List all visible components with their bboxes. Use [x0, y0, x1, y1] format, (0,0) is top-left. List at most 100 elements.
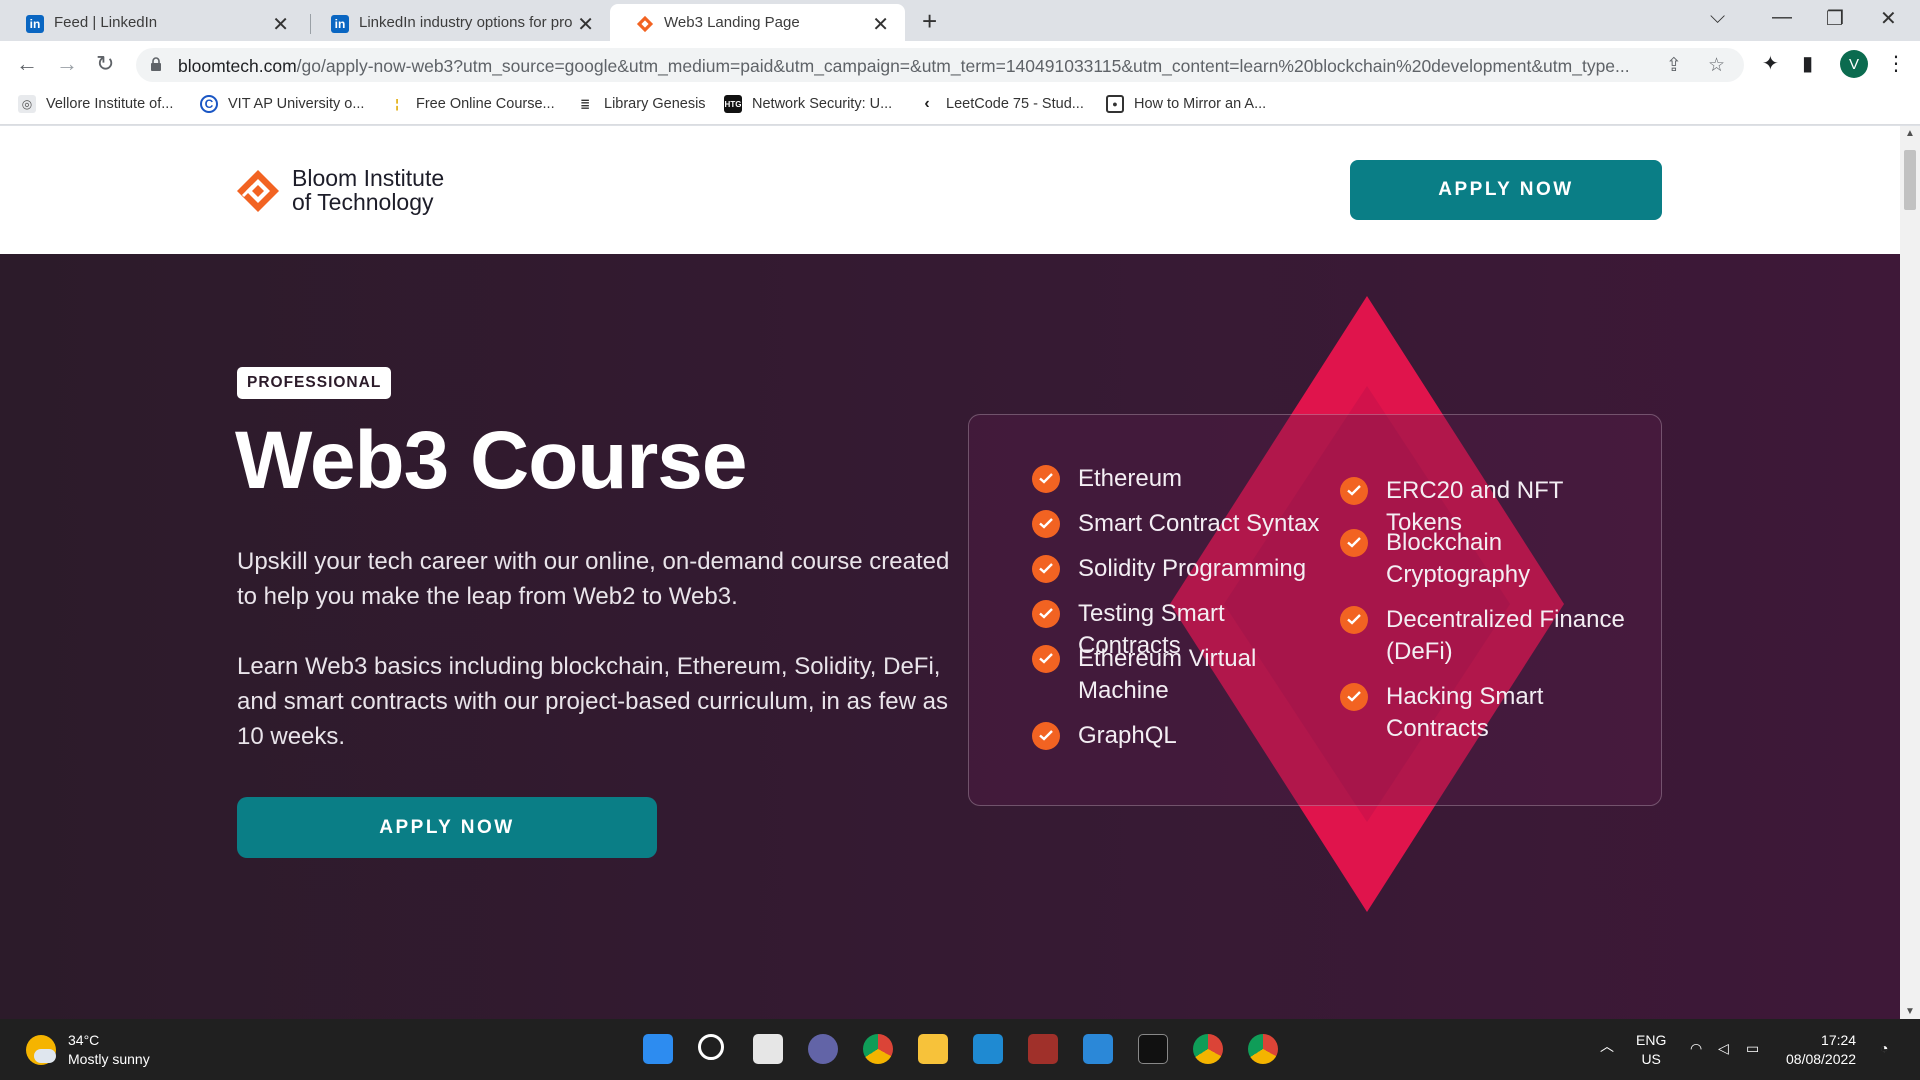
tab-strip: in Feed | LinkedIn ✕ in LinkedIn industr…	[0, 0, 1920, 41]
bookmark-label: Vellore Institute of...	[46, 96, 174, 112]
url-text[interactable]: bloomtech.com/go/apply-now-web3?utm_sour…	[178, 56, 1688, 77]
address-bar[interactable]: bloomtech.com/go/apply-now-web3?utm_sour…	[136, 48, 1744, 82]
check-icon	[1340, 606, 1368, 634]
windows-start-icon[interactable]	[643, 1034, 673, 1064]
share-icon[interactable]: ⇪	[1666, 54, 1682, 77]
url-domain: bloomtech.com	[178, 56, 297, 76]
new-tab-button[interactable]: +	[922, 6, 937, 37]
check-icon	[1340, 683, 1368, 711]
winrar-icon[interactable]	[1028, 1034, 1058, 1064]
wifi-icon[interactable]: ◠	[1690, 1039, 1702, 1058]
close-icon[interactable]: ✕	[272, 12, 289, 37]
language-indicator[interactable]: ENG US	[1636, 1031, 1666, 1069]
topic-label: GraphQL	[1078, 722, 1177, 749]
topic-item: Blockchain Cryptography	[1340, 527, 1640, 591]
page-title: Web3 Course	[235, 415, 748, 506]
bookmark-item[interactable]: HTG Network Security: U...	[724, 95, 892, 113]
bookmark-item[interactable]: ‹ LeetCode 75 - Stud...	[918, 95, 1084, 113]
bookmark-item[interactable]: ¦ Free Online Course...	[388, 95, 554, 113]
extensions-icon[interactable]: ✦	[1762, 51, 1779, 76]
weather-condition: Mostly sunny	[68, 1051, 150, 1067]
terminal-icon[interactable]	[1138, 1034, 1168, 1064]
topic-item: Ethereum	[1032, 463, 1332, 495]
check-icon	[1032, 722, 1060, 750]
weather-widget[interactable]: 34°C Mostly sunny	[26, 1031, 150, 1069]
scroll-down-arrow[interactable]: ▼	[1905, 1006, 1915, 1017]
check-icon	[1340, 477, 1368, 505]
tab-linkedin-industry[interactable]: in LinkedIn industry options for pro ✕	[305, 4, 610, 41]
check-icon	[1032, 600, 1060, 628]
close-icon[interactable]: ✕	[872, 12, 889, 37]
logo-text[interactable]: Bloom Institute of Technology	[292, 166, 444, 214]
hero-description-2: Learn Web3 basics including blockchain, …	[237, 653, 948, 750]
tab-web3-landing[interactable]: Web3 Landing Page ✕	[610, 4, 905, 41]
clock-time: 17:24	[1821, 1032, 1857, 1048]
bookmark-item[interactable]: ◎ Vellore Institute of...	[18, 95, 173, 113]
bookmark-label: VIT AP University o...	[228, 96, 365, 112]
topic-item: GraphQL	[1032, 720, 1332, 752]
chevron-up-icon[interactable]: ︿	[1600, 1037, 1614, 1056]
check-icon	[1032, 555, 1060, 583]
language-code: ENG	[1636, 1032, 1667, 1048]
hero-description-1: Upskill your tech career with our online…	[237, 548, 950, 610]
topic-item: Decentralized Finance (DeFi)	[1340, 604, 1640, 668]
clock[interactable]: 17:24 08/08/2022	[1786, 1031, 1856, 1069]
chrome-profile-icon[interactable]	[1193, 1034, 1223, 1064]
bookmark-star-icon[interactable]: ☆	[1708, 54, 1725, 77]
chrome-profile-active-icon[interactable]	[1248, 1034, 1278, 1064]
topic-label: Smart Contract Syntax	[1078, 510, 1320, 537]
mirror-icon: ●	[1106, 95, 1124, 113]
bookmark-label: Network Security: U...	[752, 96, 893, 112]
mail-icon[interactable]	[1083, 1034, 1113, 1064]
notification-icon[interactable]: ◔	[1880, 1039, 1888, 1058]
bloom-logo-icon[interactable]	[235, 168, 281, 214]
topic-item: Hacking Smart Contracts	[1340, 681, 1640, 745]
topic-item: Smart Contract Syntax	[1032, 508, 1332, 540]
topic-item: Solidity Programming	[1032, 553, 1332, 585]
bookmark-item[interactable]: ● How to Mirror an A...	[1106, 95, 1266, 113]
forward-button[interactable]: →	[56, 51, 78, 77]
leetcode-icon: ‹	[924, 95, 930, 112]
professional-badge: PROFESSIONAL	[237, 367, 392, 399]
volume-icon[interactable]: ◁	[1718, 1039, 1729, 1058]
close-icon[interactable]: ✕	[577, 12, 594, 37]
vscode-icon[interactable]	[973, 1034, 1003, 1064]
teams-chat-icon[interactable]	[808, 1034, 838, 1064]
topics-card: Ethereum Smart Contract Syntax Solidity Pr…	[968, 414, 1662, 806]
chrome-icon[interactable]	[863, 1034, 893, 1064]
bookmarks-bar: ◎ Vellore Institute of... C VIT AP Unive…	[0, 89, 1920, 125]
hero-apply-now-button[interactable]: APPLY NOW	[237, 797, 657, 858]
partly-sunny-icon	[26, 1035, 56, 1065]
linkedin-icon: in	[26, 15, 44, 33]
bookmark-item[interactable]: C VIT AP University o...	[200, 95, 364, 113]
topic-item: Ethereum Virtual Machine	[1032, 643, 1332, 707]
header-apply-now-button[interactable]: APPLY NOW	[1350, 160, 1662, 220]
back-button[interactable]: ←	[16, 51, 38, 77]
minimize-button[interactable]: —	[1772, 6, 1792, 29]
scroll-thumb[interactable]	[1904, 150, 1916, 210]
vit-icon: ◎	[18, 95, 36, 113]
close-window-button[interactable]: ✕	[1880, 6, 1897, 31]
search-icon[interactable]	[698, 1034, 724, 1060]
logo-line-1: Bloom Institute	[292, 165, 445, 191]
side-panel-icon[interactable]: ▮	[1802, 51, 1813, 76]
tab-search-icon[interactable]: ⌵	[1710, 6, 1725, 29]
file-explorer-icon[interactable]	[918, 1034, 948, 1064]
reload-button[interactable]: ↻	[96, 51, 114, 77]
task-view-icon[interactable]	[753, 1034, 783, 1064]
check-icon	[1032, 465, 1060, 493]
bloom-icon	[636, 15, 654, 33]
topic-label: Solidity Programming	[1078, 555, 1307, 582]
course-icon: ¦	[395, 97, 399, 111]
restore-button[interactable]: ❐	[1826, 6, 1844, 31]
bookmark-item[interactable]: ≣ Library Genesis	[576, 95, 706, 113]
topic-label: Hacking Smart Contracts	[1386, 683, 1544, 742]
page-scrollbar[interactable]: ▲ ▼	[1900, 126, 1920, 1019]
battery-icon[interactable]: ▭	[1746, 1039, 1759, 1058]
tab-label: LinkedIn industry options for pro	[359, 14, 573, 31]
tab-label: Web3 Landing Page	[664, 14, 800, 31]
scroll-up-arrow[interactable]: ▲	[1905, 128, 1915, 139]
menu-icon[interactable]: ⋮	[1886, 51, 1906, 76]
profile-avatar[interactable]: V	[1840, 50, 1868, 78]
tab-feed-linkedin[interactable]: in Feed | LinkedIn ✕	[0, 4, 305, 41]
